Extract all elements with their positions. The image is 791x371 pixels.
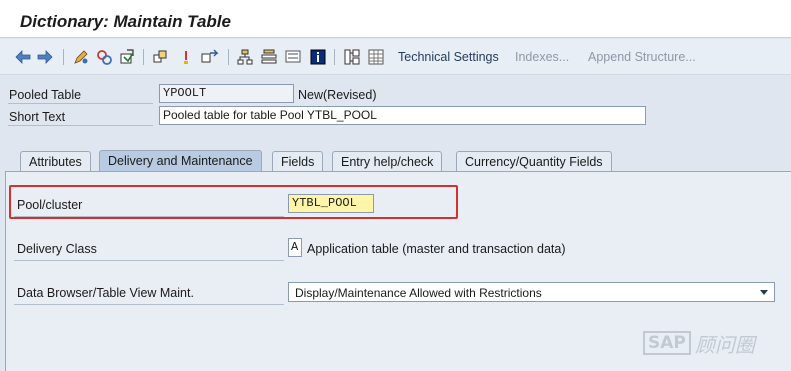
forward-arrow-icon[interactable] bbox=[36, 48, 54, 66]
pooled-table-row: Pooled Table YPOOLT New(Revised) bbox=[0, 83, 791, 105]
navigate-icon[interactable] bbox=[201, 48, 219, 66]
pool-cluster-label: Pool/cluster bbox=[17, 198, 83, 212]
label-underline bbox=[14, 260, 284, 261]
toolbar-separator bbox=[143, 49, 144, 65]
activate-icon[interactable] bbox=[118, 48, 136, 66]
data-browser-selected-value: Display/Maintenance Allowed with Restric… bbox=[295, 286, 542, 300]
table-status-text: New(Revised) bbox=[298, 88, 377, 102]
toolbar-separator bbox=[63, 49, 64, 65]
window-title: Dictionary: Maintain Table bbox=[20, 12, 231, 31]
check-icon[interactable] bbox=[95, 48, 113, 66]
pool-cluster-row: Pool/cluster YTBL_POOL bbox=[6, 191, 791, 217]
tab-entry-help-check[interactable]: Entry help/check bbox=[332, 151, 443, 172]
watermark: SAP 顾问圈 bbox=[643, 330, 755, 357]
tab-strip: Attributes Delivery and Maintenance Fiel… bbox=[0, 150, 791, 172]
data-browser-dropdown[interactable]: Display/Maintenance Allowed with Restric… bbox=[288, 282, 775, 302]
data-browser-label: Data Browser/Table View Maint. bbox=[17, 286, 194, 300]
application-toolbar: Technical Settings Indexes... Append Str… bbox=[0, 39, 791, 75]
delivery-class-description: Application table (master and transactio… bbox=[307, 242, 566, 256]
tab-currency-quantity-fields[interactable]: Currency/Quantity Fields bbox=[456, 151, 612, 172]
delivery-class-input[interactable]: A bbox=[288, 238, 302, 257]
table-grid-icon[interactable] bbox=[367, 48, 385, 66]
label-underline bbox=[8, 125, 153, 126]
object-list-icon[interactable] bbox=[260, 48, 278, 66]
label-underline bbox=[8, 103, 153, 104]
pool-cluster-input[interactable]: YTBL_POOL bbox=[288, 194, 374, 213]
info-marker-icon[interactable] bbox=[177, 48, 195, 66]
short-text-label: Short Text bbox=[9, 110, 66, 124]
watermark-text: 顾问圈 bbox=[694, 332, 755, 357]
back-arrow-icon[interactable] bbox=[14, 48, 32, 66]
label-underline bbox=[14, 304, 284, 305]
append-structure-button[interactable]: Append Structure... bbox=[588, 50, 696, 64]
label-underline bbox=[14, 216, 284, 217]
indexes-button[interactable]: Indexes... bbox=[515, 50, 569, 64]
chevron-down-icon[interactable] bbox=[760, 290, 768, 295]
technical-settings-button[interactable]: Technical Settings bbox=[398, 50, 499, 64]
short-text-input[interactable]: Pooled table for table Pool YTBL_POOL bbox=[159, 106, 646, 125]
data-browser-row: Data Browser/Table View Maint. Display/M… bbox=[6, 279, 791, 305]
toolbar-separator bbox=[228, 49, 229, 65]
screen-icon[interactable] bbox=[284, 48, 302, 66]
tab-attributes[interactable]: Attributes bbox=[20, 151, 91, 172]
information-icon[interactable] bbox=[309, 48, 327, 66]
hierarchy-icon[interactable] bbox=[236, 48, 254, 66]
pooled-table-label: Pooled Table bbox=[9, 88, 82, 102]
short-text-row: Short Text Pooled table for table Pool Y… bbox=[0, 105, 791, 127]
where-used-icon[interactable] bbox=[152, 48, 170, 66]
tab-fields[interactable]: Fields bbox=[272, 151, 324, 172]
toolbar-separator bbox=[334, 49, 335, 65]
watermark-logo: SAP bbox=[643, 331, 691, 355]
structure-icon[interactable] bbox=[343, 48, 361, 66]
delivery-class-label: Delivery Class bbox=[17, 242, 97, 256]
tab-delivery-and-maintenance[interactable]: Delivery and Maintenance bbox=[99, 150, 262, 172]
delivery-class-row: Delivery Class A Application table (mast… bbox=[6, 235, 791, 261]
display-change-icon[interactable] bbox=[72, 48, 90, 66]
pooled-table-field[interactable]: YPOOLT bbox=[159, 84, 294, 103]
title-bar: Dictionary: Maintain Table bbox=[0, 0, 791, 38]
